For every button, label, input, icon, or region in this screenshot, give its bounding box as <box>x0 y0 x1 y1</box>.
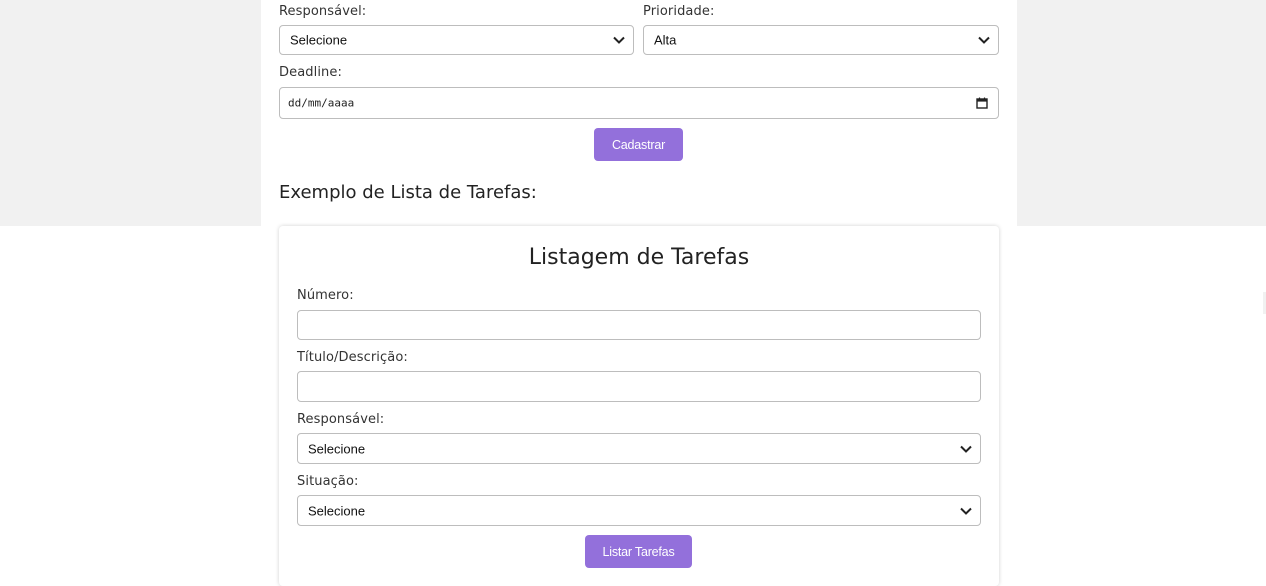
prioridade-label: Prioridade: <box>643 4 715 19</box>
listagem-card <box>279 226 999 586</box>
listagem-responsavel-select-value: Selecione <box>308 441 366 456</box>
listagem-title: Listagem de Tarefas <box>528 245 750 270</box>
deadline-label: Deadline: <box>279 65 342 80</box>
situacao-label: Situação: <box>297 474 359 489</box>
calendar-icon[interactable] <box>976 97 988 109</box>
prioridade-select[interactable]: Alta <box>643 25 999 55</box>
chevron-down-icon <box>613 36 625 44</box>
situacao-select-value: Selecione <box>308 503 366 518</box>
numero-input[interactable] <box>297 310 981 340</box>
titulo-descricao-label: Título/Descrição: <box>297 350 408 365</box>
listagem-responsavel-select[interactable]: Selecione <box>297 433 981 464</box>
prioridade-select-value: Alta <box>654 32 677 48</box>
responsavel-select-value: Selecione <box>290 32 348 48</box>
titulo-descricao-input[interactable] <box>297 371 981 402</box>
numero-label: Número: <box>297 288 354 303</box>
responsavel-label: Responsável: <box>279 4 367 19</box>
situacao-select[interactable]: Selecione <box>297 495 981 526</box>
chevron-down-icon <box>960 507 972 515</box>
listar-tarefas-button[interactable]: Listar Tarefas <box>585 535 692 568</box>
chevron-down-icon <box>960 445 972 453</box>
chevron-down-icon <box>978 36 990 44</box>
deadline-date-value: dd/mm/aaaa <box>288 96 355 110</box>
example-list-heading: Exemplo de Lista de Tarefas: <box>279 182 537 203</box>
listagem-responsavel-label: Responsável: <box>297 412 385 427</box>
responsavel-select[interactable]: Selecione <box>279 25 634 55</box>
deadline-date-input[interactable]: dd/mm/aaaa <box>279 87 999 119</box>
cadastrar-button[interactable]: Cadastrar <box>594 128 683 161</box>
